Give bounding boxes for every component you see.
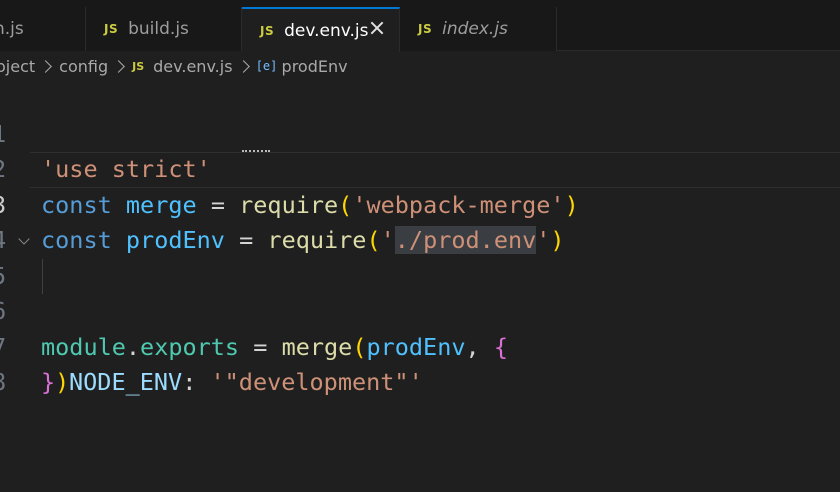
js-file-icon: JS [132, 59, 145, 73]
line-number: 8 [0, 365, 6, 401]
tab-dev-env-js[interactable]: JS dev.env.js [242, 7, 400, 52]
indent-guide [42, 258, 43, 294]
tab-label: dev.env.js [284, 20, 369, 41]
code-line: 1 'use strict' [0, 81, 840, 184]
breadcrumb-file[interactable]: JS dev.env.js [132, 57, 232, 76]
js-file-icon: JS [418, 22, 433, 36]
variable-icon: [e] [255, 59, 278, 73]
tab-bar: n.js JS build.js JS dev.env.js JS index.… [0, 7, 840, 52]
js-file-icon: JS [104, 22, 119, 36]
string-literal: '"development"' [210, 368, 423, 396]
tab-index-js[interactable]: JS index.js [400, 7, 557, 51]
code-line: 6 NODE_ENV: '"development"' [0, 258, 840, 396]
code-editor-window: n.js JS build.js JS dev.env.js JS index.… [0, 0, 840, 492]
breadcrumb-symbol[interactable]: [e] prodEnv [255, 56, 348, 76]
tab-label: build.js [128, 19, 189, 39]
chevron-right-icon [236, 59, 250, 73]
code-line: 7 }) [0, 294, 840, 397]
hint-dots [242, 147, 270, 152]
line-content: NODE_ENV: '"development"' [69, 365, 423, 401]
close-icon[interactable] [367, 18, 387, 38]
property-key: NODE_ENV [69, 368, 183, 396]
js-file-icon: JS [260, 23, 275, 38]
breadcrumb-symbol-label: prodEnv [281, 56, 348, 76]
code-line: 4 [0, 188, 840, 254]
code-line-current: 3 const prodEnv = require('./prod.env') [0, 152, 840, 254]
code-line: 2 const merge = require('webpack-merge') [0, 117, 840, 219]
breadcrumb-file-label: dev.env.js [153, 56, 233, 76]
code-line: 8 [0, 330, 840, 396]
code-line: 5 module.exports = merge(prodEnv, { [0, 223, 840, 361]
punctuation: : [182, 368, 197, 396]
title-strip [0, 0, 840, 7]
fold-chevron-icon[interactable] [18, 233, 30, 245]
tab-label: index.js [442, 19, 508, 39]
chevron-right-icon [39, 59, 53, 73]
breadcrumb-project[interactable]: oject [0, 57, 35, 76]
tab-label: n.js [0, 19, 24, 39]
chevron-right-icon [112, 59, 125, 73]
breadcrumb-folder[interactable]: config [59, 57, 108, 76]
tab-main-js[interactable]: n.js [0, 7, 86, 51]
breadcrumb: oject config JS dev.env.js [e] prodEnv [0, 51, 840, 81]
tab-build-js[interactable]: JS build.js [86, 7, 242, 51]
code-editor[interactable]: 1 'use strict' 2 const merge = require('… [0, 81, 840, 492]
